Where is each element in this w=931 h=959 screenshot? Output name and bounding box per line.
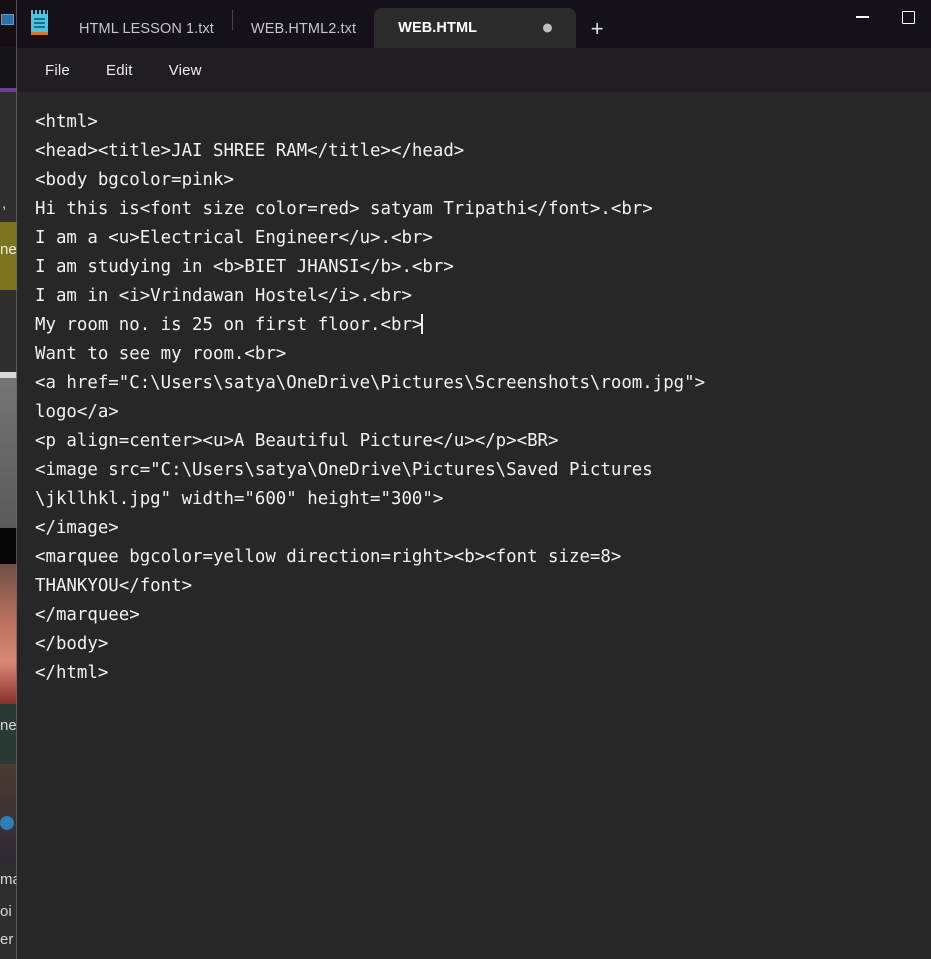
bg-segment: [0, 290, 17, 372]
bg-segment: [0, 528, 17, 564]
minimize-button[interactable]: [839, 0, 885, 34]
maximize-icon: [901, 10, 915, 24]
editor-line: <body bgcolor=pink>: [35, 170, 234, 190]
bg-text-fragment: er: [0, 931, 14, 948]
background-window-strip[interactable]: , ne ne ma oi er: [0, 0, 17, 959]
notepad-icon: [17, 0, 61, 48]
bg-segment: [0, 378, 17, 528]
bg-photo-thumbnail: [0, 764, 17, 864]
bg-text-fragment: ma: [0, 871, 17, 888]
menu-view-label: View: [168, 61, 202, 79]
editor-line: \jkllhkl.jpg" width="600" height="300">: [35, 489, 444, 509]
unsaved-indicator-dot: [543, 23, 553, 33]
editor-line: Hi this is<font size color=red> satyam T…: [35, 199, 653, 219]
window-controls: [839, 0, 931, 48]
maximize-button[interactable]: [885, 0, 931, 34]
editor-line: <html>: [35, 112, 98, 132]
menu-file[interactable]: File: [27, 56, 88, 85]
editor-line: <image src="C:\Users\satya\OneDrive\Pict…: [35, 460, 653, 480]
editor-line: </marquee>: [35, 605, 140, 625]
tab-label: WEB.HTML: [398, 20, 478, 36]
editor-line: My room no. is 25 on first floor.<br>: [35, 314, 423, 335]
editor-line: I am in <i>Vrindawan Hostel</i>.<br>: [35, 286, 412, 306]
bg-segment: ne: [0, 704, 17, 764]
minimize-icon: [855, 16, 869, 18]
plus-icon: +: [590, 16, 604, 41]
tab-web-html[interactable]: WEB.HTML: [374, 8, 577, 48]
screen: , ne ne ma oi er HTML LESSON 1.txt WEB.H…: [0, 0, 931, 959]
bg-window-thumbnail-icon: [1, 14, 14, 25]
menu-file-label: File: [45, 61, 70, 79]
bg-segment: ,: [0, 92, 17, 222]
editor-line: </html>: [35, 663, 109, 683]
tab-html-lesson-1[interactable]: HTML LESSON 1.txt: [61, 10, 232, 48]
new-tab-button[interactable]: +: [576, 10, 618, 48]
editor-line: <p align=center><u>A Beautiful Picture</…: [35, 431, 559, 451]
editor-content[interactable]: <html> <head><title>JAI SHREE RAM</title>…: [35, 108, 931, 688]
bg-text-fragment: ,: [2, 195, 7, 212]
editor-line: <head><title>JAI SHREE RAM</title></head…: [35, 141, 465, 161]
bg-text-fragment: ne: [0, 241, 17, 258]
editor-line: logo</a>: [35, 402, 119, 422]
editor-line: <a href="C:\Users\satya\OneDrive\Picture…: [35, 373, 706, 393]
bg-segment-olive: ne: [0, 222, 17, 290]
menu-edit[interactable]: Edit: [88, 56, 151, 85]
titlebar[interactable]: HTML LESSON 1.txt WEB.HTML2.txt WEB.HTML…: [17, 0, 931, 48]
editor-line: <marquee bgcolor=yellow direction=right>…: [35, 547, 622, 567]
menubar: File Edit View: [17, 48, 931, 92]
tab-label: WEB.HTML2.txt: [250, 21, 357, 37]
bg-segment: [0, 0, 17, 46]
editor-line: I am studying in <b>BIET JHANSI</b>.<br>: [35, 257, 454, 277]
editor-line: I am a <u>Electrical Engineer</u>.<br>: [35, 228, 433, 248]
bg-text-fragment: ne: [0, 717, 17, 734]
menu-view[interactable]: View: [151, 56, 220, 85]
bg-photo-thumbnail: [0, 564, 17, 704]
text-caret: [421, 314, 423, 334]
tab-label: HTML LESSON 1.txt: [79, 21, 214, 37]
bg-text-fragment: oi: [0, 903, 12, 920]
bg-segment: ma oi er: [0, 864, 17, 959]
tab-strip: HTML LESSON 1.txt WEB.HTML2.txt WEB.HTML…: [17, 0, 839, 48]
editor-line: </body>: [35, 634, 109, 654]
menu-edit-label: Edit: [105, 61, 133, 79]
text-editor-area[interactable]: <html> <head><title>JAI SHREE RAM</title>…: [17, 92, 931, 959]
tab-web-html2[interactable]: WEB.HTML2.txt: [233, 10, 374, 48]
editor-line: Want to see my room.<br>: [35, 344, 287, 364]
bg-circle-icon: [0, 816, 14, 830]
notepad-window: HTML LESSON 1.txt WEB.HTML2.txt WEB.HTML…: [17, 0, 931, 959]
bg-segment: [0, 46, 17, 88]
editor-line: </image>: [35, 518, 119, 538]
editor-line: THANKYOU</font>: [35, 576, 193, 596]
